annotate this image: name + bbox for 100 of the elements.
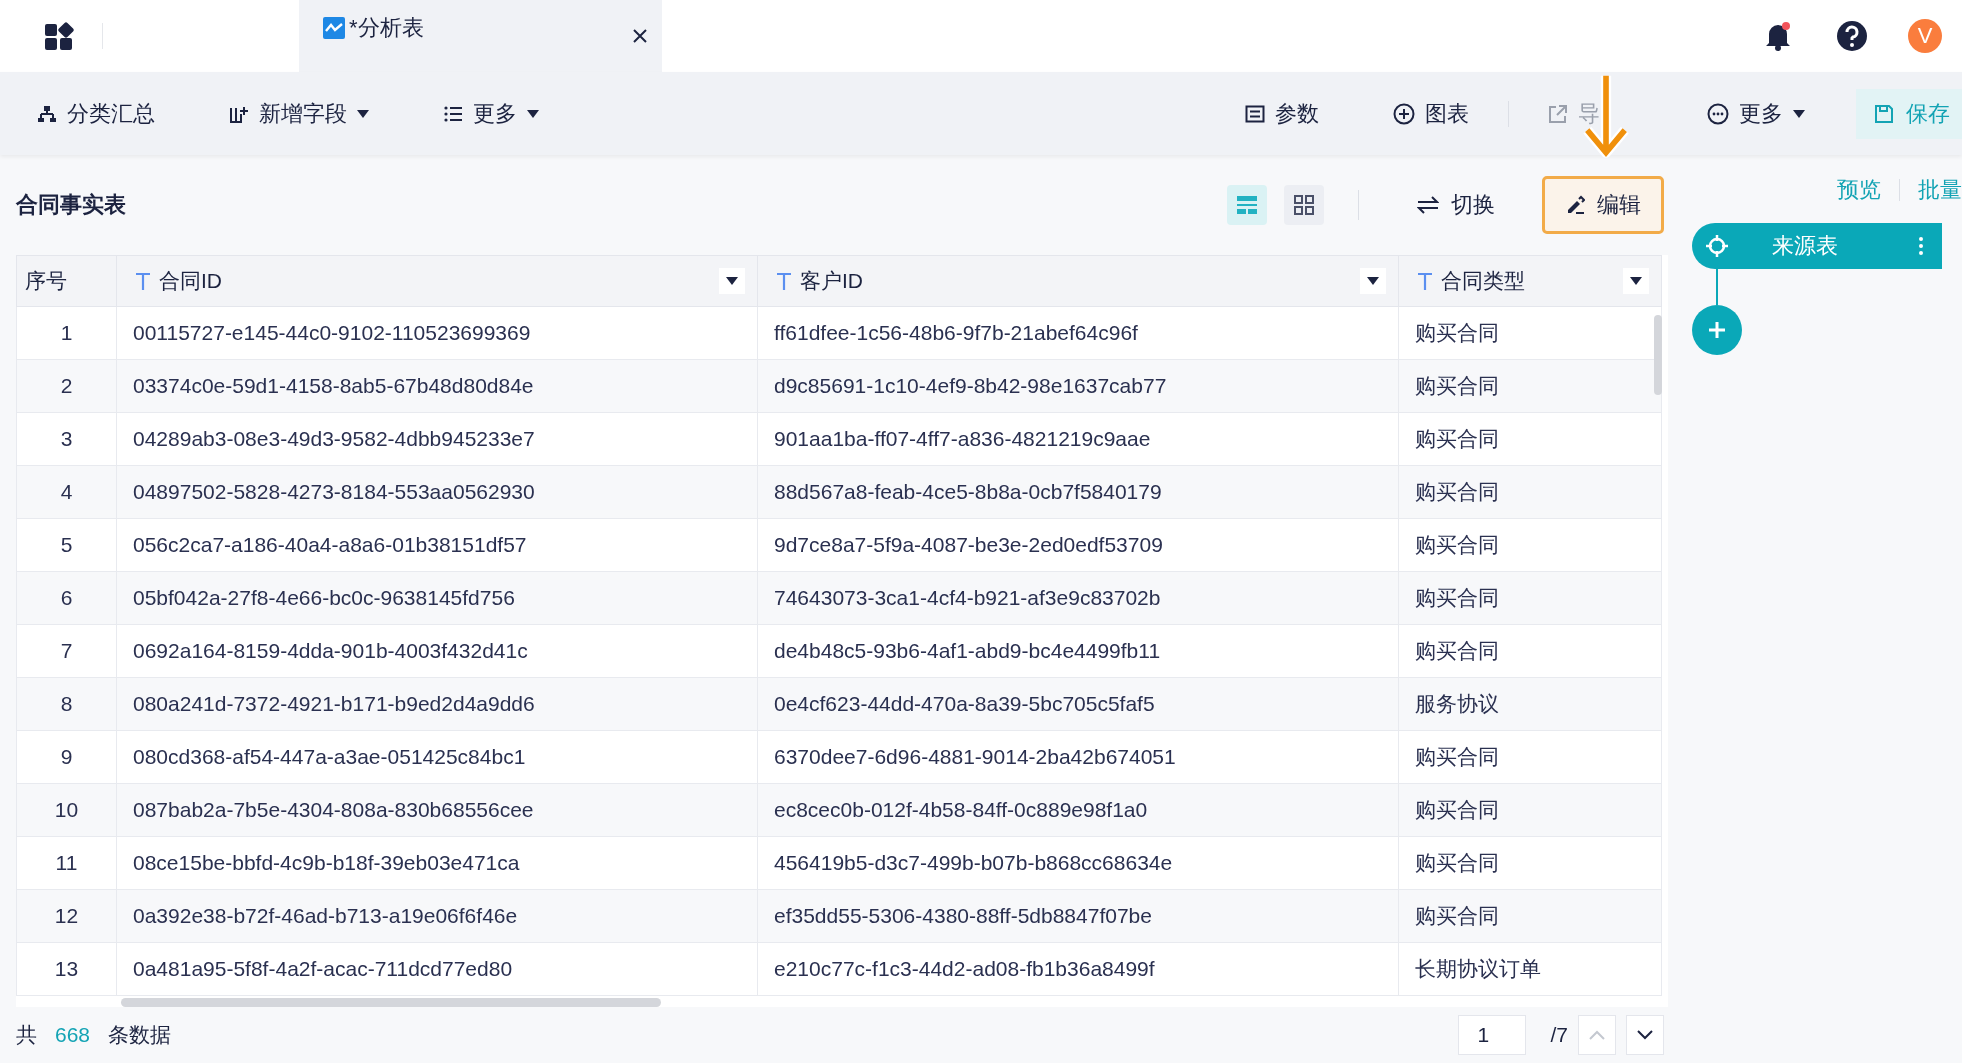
apps-icon[interactable]: [44, 21, 74, 51]
total-count: 668: [55, 1023, 91, 1047]
total-label: 条数据: [108, 1022, 172, 1048]
table-cell: 5: [16, 518, 117, 572]
table-cell: 04897502-5828-4273-8184-553aa0562930: [116, 465, 758, 519]
vertical-dots-icon[interactable]: [1918, 236, 1924, 256]
column-header[interactable]: 客户ID: [757, 255, 1399, 307]
caret-icon: [726, 277, 738, 285]
column-header[interactable]: 序号: [16, 255, 117, 307]
table-cell: 购买合同: [1398, 518, 1662, 572]
column-menu-button[interactable]: [719, 268, 745, 294]
table-cell: 901aa1ba-ff07-4ff7-a836-4821219c9aae: [757, 412, 1399, 466]
table-cell: 购买合同: [1398, 836, 1662, 890]
table-cell: 购买合同: [1398, 624, 1662, 678]
caret-icon: [1630, 277, 1642, 285]
toolbar-button[interactable]: 参数: [1235, 92, 1329, 135]
view-toggle-button[interactable]: [1284, 185, 1324, 225]
rows-icon: [1236, 195, 1258, 215]
chevron-down-icon: [1637, 1030, 1653, 1040]
toolbar-button[interactable]: 更多: [1697, 92, 1815, 135]
table-cell: 4: [16, 465, 117, 519]
table-cell: 13: [16, 942, 117, 996]
add-circle-icon: [1393, 102, 1415, 125]
grid-icon: [1294, 195, 1314, 215]
toolbar-button[interactable]: 图表: [1383, 92, 1479, 135]
toolbar-button[interactable]: 新增字段: [219, 92, 379, 135]
table-cell: 00115727-e145-44c0-9102-110523699369: [116, 306, 758, 360]
edit-button[interactable]: 编辑: [1542, 176, 1664, 234]
table-cell: 服务协议: [1398, 677, 1662, 731]
chevron-up-icon: [1589, 1030, 1605, 1040]
crosshair-icon: [1706, 235, 1728, 257]
table-cell: 0a481a95-5f8f-4a2f-acac-711dcd77ed80: [116, 942, 758, 996]
table-cell: 456419b5-d3c7-499b-b07b-b868cc68634e: [757, 836, 1399, 890]
table-cell: 08ce15be-bbfd-4c9b-b18f-39eb03e471ca: [116, 836, 758, 890]
horizontal-scrollbar[interactable]: [121, 998, 661, 1007]
column-header[interactable]: 合同类型: [1398, 255, 1662, 307]
vertical-scrollbar[interactable]: [1654, 315, 1662, 395]
page-total: /7: [1550, 1023, 1568, 1047]
table-cell: d9c85691-1c10-4ef9-8b42-98e1637cab77: [757, 359, 1399, 413]
table-cell: 11: [16, 836, 117, 890]
table-cell: 087bab2a-7b5e-4304-808a-830b68556cee: [116, 783, 758, 837]
toolbar-button[interactable]: 分类汇总: [27, 92, 165, 135]
table-cell: ec8cec0b-012f-4b58-84ff-0c889e98f1a0: [757, 783, 1399, 837]
text-type-icon: [776, 272, 792, 290]
swap-arrows-icon: [1417, 196, 1439, 214]
table-cell: 0a392e38-b72f-46ad-b713-a19e06f6f46e: [116, 889, 758, 943]
table-cell: 1: [16, 306, 117, 360]
column-title: 客户ID: [800, 268, 863, 294]
help-icon[interactable]: [1836, 20, 1868, 52]
table-cell: 购买合同: [1398, 465, 1662, 519]
table-cell: 74643073-3ca1-4cf4-b921-af3e9c83702b: [757, 571, 1399, 625]
table-cell: 080cd368-af54-447a-a3ae-051425c84bc1: [116, 730, 758, 784]
table-cell: 购买合同: [1398, 412, 1662, 466]
table-cell: 购买合同: [1398, 889, 1662, 943]
table-cell: 8: [16, 677, 117, 731]
column-header[interactable]: 合同ID: [116, 255, 758, 307]
sliders-icon: [1245, 103, 1265, 124]
total-label: 共: [16, 1022, 37, 1048]
table-cell: 6: [16, 571, 117, 625]
table-cell: 88d567a8-feab-4ce5-8b8a-0cb7f5840179: [757, 465, 1399, 519]
table-cell: 2: [16, 359, 117, 413]
page-input[interactable]: 1: [1458, 1015, 1527, 1055]
plus-icon: [1707, 320, 1727, 340]
table-cell: 购买合同: [1398, 730, 1662, 784]
next-page-button[interactable]: [1626, 1015, 1664, 1055]
table-cell: 长期协议订单: [1398, 942, 1662, 996]
text-type-icon: [135, 272, 151, 290]
column-title: 合同类型: [1441, 268, 1525, 294]
bell-icon[interactable]: [1764, 21, 1792, 51]
table-cell: ff61dfee-1c56-48b6-9f7b-21abef64c96f: [757, 306, 1399, 360]
more-circle-icon: [1707, 102, 1729, 125]
switch-button[interactable]: 切换: [1395, 176, 1517, 234]
add-node-button[interactable]: [1692, 305, 1742, 355]
table-cell: 购买合同: [1398, 359, 1662, 413]
caret-icon: [1367, 277, 1379, 285]
column-title: 合同ID: [159, 268, 222, 294]
table-cell: e210c77c-f1c3-44d2-ad08-fb1b36a8499f: [757, 942, 1399, 996]
table-cell: 04289ab3-08e3-49d3-9582-4dbb945233e7: [116, 412, 758, 466]
table-cell: 080a241d-7372-4921-b171-b9ed2d4a9dd6: [116, 677, 758, 731]
toolbar-button[interactable]: 更多: [433, 92, 549, 135]
column-menu-button[interactable]: [1360, 268, 1386, 294]
table-cell: 0e4cf623-44dd-470a-8a39-5bc705c5faf5: [757, 677, 1399, 731]
table-cell: 056c2ca7-a186-40a4-a8a6-01b38151df57: [116, 518, 758, 572]
table-cell: 购买合同: [1398, 571, 1662, 625]
pen-icon: [1565, 195, 1585, 215]
table-cell: 购买合同: [1398, 783, 1662, 837]
table-cell: de4b48c5-93b6-4af1-abd9-bc4e4499fb11: [757, 624, 1399, 678]
caret-icon: [357, 109, 369, 118]
table-title: 合同事实表: [16, 191, 126, 219]
close-icon[interactable]: [632, 28, 648, 44]
table-cell: 3: [16, 412, 117, 466]
view-toggle-button[interactable]: [1227, 185, 1267, 225]
table-cell: 9: [16, 730, 117, 784]
table-cell: 05bf042a-27f8-4e66-bc0c-9638145fd756: [116, 571, 758, 625]
table-cell: 9d7ce8a7-5f9a-4087-be3e-2ed0edf53709: [757, 518, 1399, 572]
text-type-icon: [1417, 272, 1433, 290]
table-cell: 6370dee7-6d96-4881-9014-2ba42b674051: [757, 730, 1399, 784]
document-tab[interactable]: *分析表: [299, 0, 662, 72]
column-menu-button[interactable]: [1623, 268, 1649, 294]
table-cell: 12: [16, 889, 117, 943]
